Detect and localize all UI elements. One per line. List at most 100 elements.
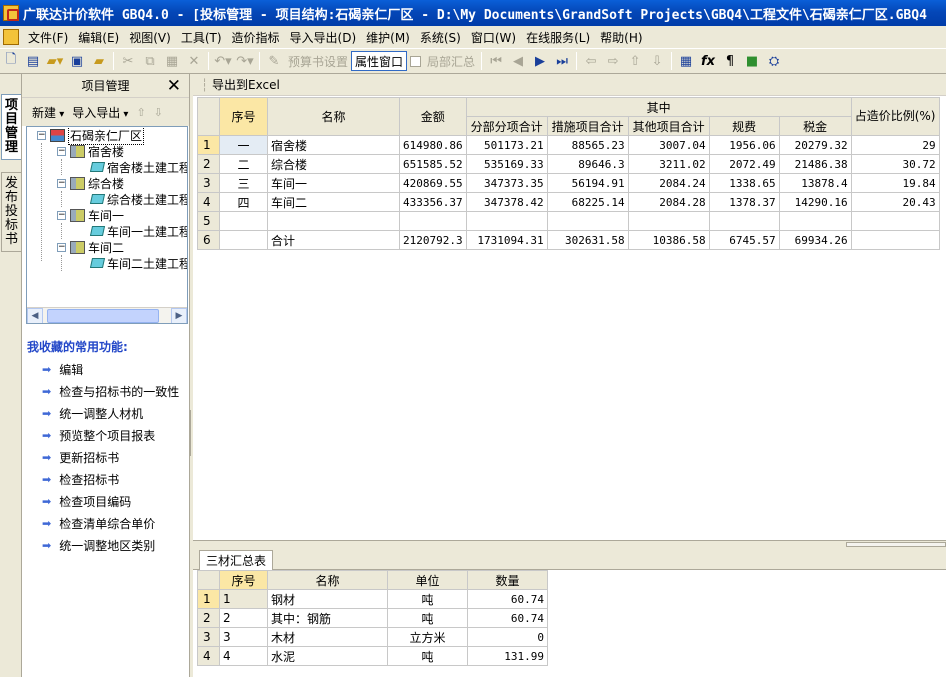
cell-sj[interactable]: 21486.38 (778, 154, 852, 174)
row-number[interactable]: 2 (197, 608, 220, 628)
cell-cs[interactable]: 68225.14 (546, 192, 629, 212)
tree-node-building[interactable]: − 车间一 (57, 207, 124, 223)
cell-seq[interactable] (219, 211, 268, 231)
previous-record-icon[interactable]: ◀ (508, 51, 528, 71)
tab-materials-summary[interactable]: 三材汇总表 (199, 550, 274, 570)
cell-name[interactable]: 车间一 (267, 173, 400, 193)
cell-cs[interactable]: 302631.58 (546, 230, 629, 250)
cell-cs[interactable]: 88565.23 (546, 135, 629, 155)
cell-gf[interactable]: 6745.57 (708, 230, 780, 250)
scroll-thumb[interactable] (47, 309, 159, 323)
arrow-right-icon[interactable]: ⇨ (603, 51, 623, 71)
cell-quantity[interactable]: 0 (467, 627, 548, 647)
cell-gf[interactable]: 1378.37 (708, 192, 780, 212)
cell-sj[interactable]: 20279.32 (778, 135, 852, 155)
move-up-icon[interactable]: ⇧ (136, 106, 145, 119)
first-record-icon[interactable]: ⏮ (486, 51, 506, 71)
tab-publish-bid[interactable]: 发布投标书 (1, 172, 21, 252)
row-number[interactable]: 4 (197, 646, 220, 666)
redo-icon[interactable]: ↷▾ (235, 51, 255, 71)
column-header-seq[interactable]: 序号 (219, 97, 268, 136)
tab-project-management[interactable]: 项目管理 (1, 94, 21, 160)
cell-name[interactable]: 其中：钢筋 (267, 608, 388, 628)
tree-node-unit[interactable]: 车间一土建工程 (89, 223, 187, 239)
collapse-icon[interactable]: − (57, 210, 66, 220)
cell-qt[interactable]: 2084.28 (627, 192, 710, 212)
table-row[interactable]: 2 2 其中：钢筋吨 60.74 (197, 608, 548, 628)
column-header-measure-total[interactable]: 措施项目合计 (546, 116, 629, 136)
cell-qt[interactable]: 3211.02 (627, 154, 710, 174)
cell-fb[interactable] (465, 211, 548, 231)
new-file-icon[interactable]: 🗋 (1, 51, 21, 71)
row-number[interactable]: 3 (197, 173, 220, 193)
table-row[interactable]: 4 四车间二 433356.37 347378.42 68225.14 2084.28 13… (197, 192, 940, 212)
cell-ratio[interactable] (850, 211, 940, 231)
export-excel-button[interactable]: 导出到Excel (201, 76, 280, 93)
cell-sj[interactable]: 69934.26 (778, 230, 852, 250)
favorite-item[interactable]: ➡ 统一调整地区类别 (42, 536, 155, 554)
cell-quantity[interactable]: 131.99 (467, 646, 548, 666)
table-row[interactable]: 6 合计 2120792.3 1731094.31 302631.58 10386.58 6… (197, 230, 940, 250)
menu-view[interactable]: 视图(V) (124, 29, 176, 46)
cell-amount[interactable]: 614980.86 (399, 135, 467, 155)
row-number[interactable]: 5 (197, 211, 220, 231)
menu-import-export[interactable]: 导入导出(D) (285, 29, 362, 46)
cell-unit[interactable]: 立方米 (387, 627, 468, 647)
delete-icon[interactable]: ✕ (184, 51, 204, 71)
row-number[interactable]: 2 (197, 154, 220, 174)
cell-amount[interactable]: 651585.52 (399, 154, 467, 174)
row-number[interactable]: 1 (197, 589, 220, 609)
scroll-right-icon[interactable]: ▶ (171, 308, 187, 323)
cell-name[interactable]: 宿舍楼 (267, 135, 400, 155)
cell-name[interactable]: 木材 (267, 627, 388, 647)
cell-seq[interactable]: 3 (219, 627, 268, 647)
project-tree[interactable]: − 石碣亲仁厂区 − 宿舍楼 宿舍楼土建工程 − 综合楼 综合楼土建工程 − 车… (26, 126, 188, 324)
cell-name[interactable]: 钢材 (267, 589, 388, 609)
cell-ratio[interactable]: 20.43 (850, 192, 940, 212)
cell-qt[interactable]: 3007.04 (627, 135, 710, 155)
cell-amount[interactable]: 433356.37 (399, 192, 467, 212)
table-row[interactable]: 5 (197, 211, 940, 231)
menu-online-service[interactable]: 在线服务(L) (521, 29, 595, 46)
cell-amount[interactable] (399, 211, 467, 231)
column-header-quantity[interactable]: 数量 (467, 570, 548, 590)
document-icon[interactable] (3, 29, 19, 45)
cut-icon[interactable]: ✂ (118, 51, 138, 71)
cell-fb[interactable]: 347378.42 (465, 192, 548, 212)
cell-seq[interactable]: 三 (219, 173, 268, 193)
column-header-seq[interactable]: 序号 (219, 570, 268, 590)
cube-icon[interactable]: ■ (742, 51, 762, 71)
open-folder-icon[interactable]: ▰▾ (45, 51, 65, 71)
corner-cell[interactable] (197, 97, 220, 136)
last-record-icon[interactable]: ⏭ (552, 51, 572, 71)
cell-seq[interactable]: 二 (219, 154, 268, 174)
table-row[interactable]: 1 1 钢材吨 60.74 (197, 589, 548, 609)
cell-unit[interactable]: 吨 (387, 608, 468, 628)
cell-unit[interactable]: 吨 (387, 646, 468, 666)
column-header-subitem-total[interactable]: 分部分项合计 (465, 116, 548, 136)
menu-cost-index[interactable]: 造价指标 (227, 29, 285, 46)
column-header-ratio[interactable]: 占造价比例(%) (850, 97, 940, 136)
cell-gf[interactable]: 1956.06 (708, 135, 780, 155)
new-dropdown[interactable]: 新建 (32, 104, 64, 121)
tree-node-building[interactable]: − 综合楼 (57, 175, 124, 191)
calculator-icon[interactable]: ▦ (676, 51, 696, 71)
favorite-item[interactable]: ➡ 检查与招标书的一致性 (42, 382, 179, 400)
cell-name[interactable]: 车间二 (267, 192, 400, 212)
favorite-item[interactable]: ➡ 统一调整人材机 (42, 404, 143, 422)
cell-gf[interactable]: 2072.49 (708, 154, 780, 174)
favorite-item[interactable]: ➡ 检查项目编码 (42, 492, 131, 510)
menu-file[interactable]: 文件(F) (23, 29, 73, 46)
cell-quantity[interactable]: 60.74 (467, 608, 548, 628)
column-header-unit[interactable]: 单位 (387, 570, 468, 590)
column-header-name[interactable]: 名称 (267, 570, 388, 590)
move-down-icon[interactable]: ⇩ (154, 106, 163, 119)
table-row[interactable]: 4 4 水泥吨 131.99 (197, 646, 548, 666)
paste-icon[interactable]: ▦ (162, 51, 182, 71)
cell-cs[interactable]: 89646.3 (546, 154, 629, 174)
row-number[interactable]: 1 (197, 135, 220, 155)
cell-gf[interactable]: 1338.65 (708, 173, 780, 193)
favorite-item[interactable]: ➡ 预览整个项目报表 (42, 426, 155, 444)
title-bar[interactable]: 广联达计价软件 GBQ4.0 - [投标管理 - 项目结构:石碣亲仁厂区 - D… (0, 0, 946, 26)
cell-fb[interactable]: 347373.35 (465, 173, 548, 193)
